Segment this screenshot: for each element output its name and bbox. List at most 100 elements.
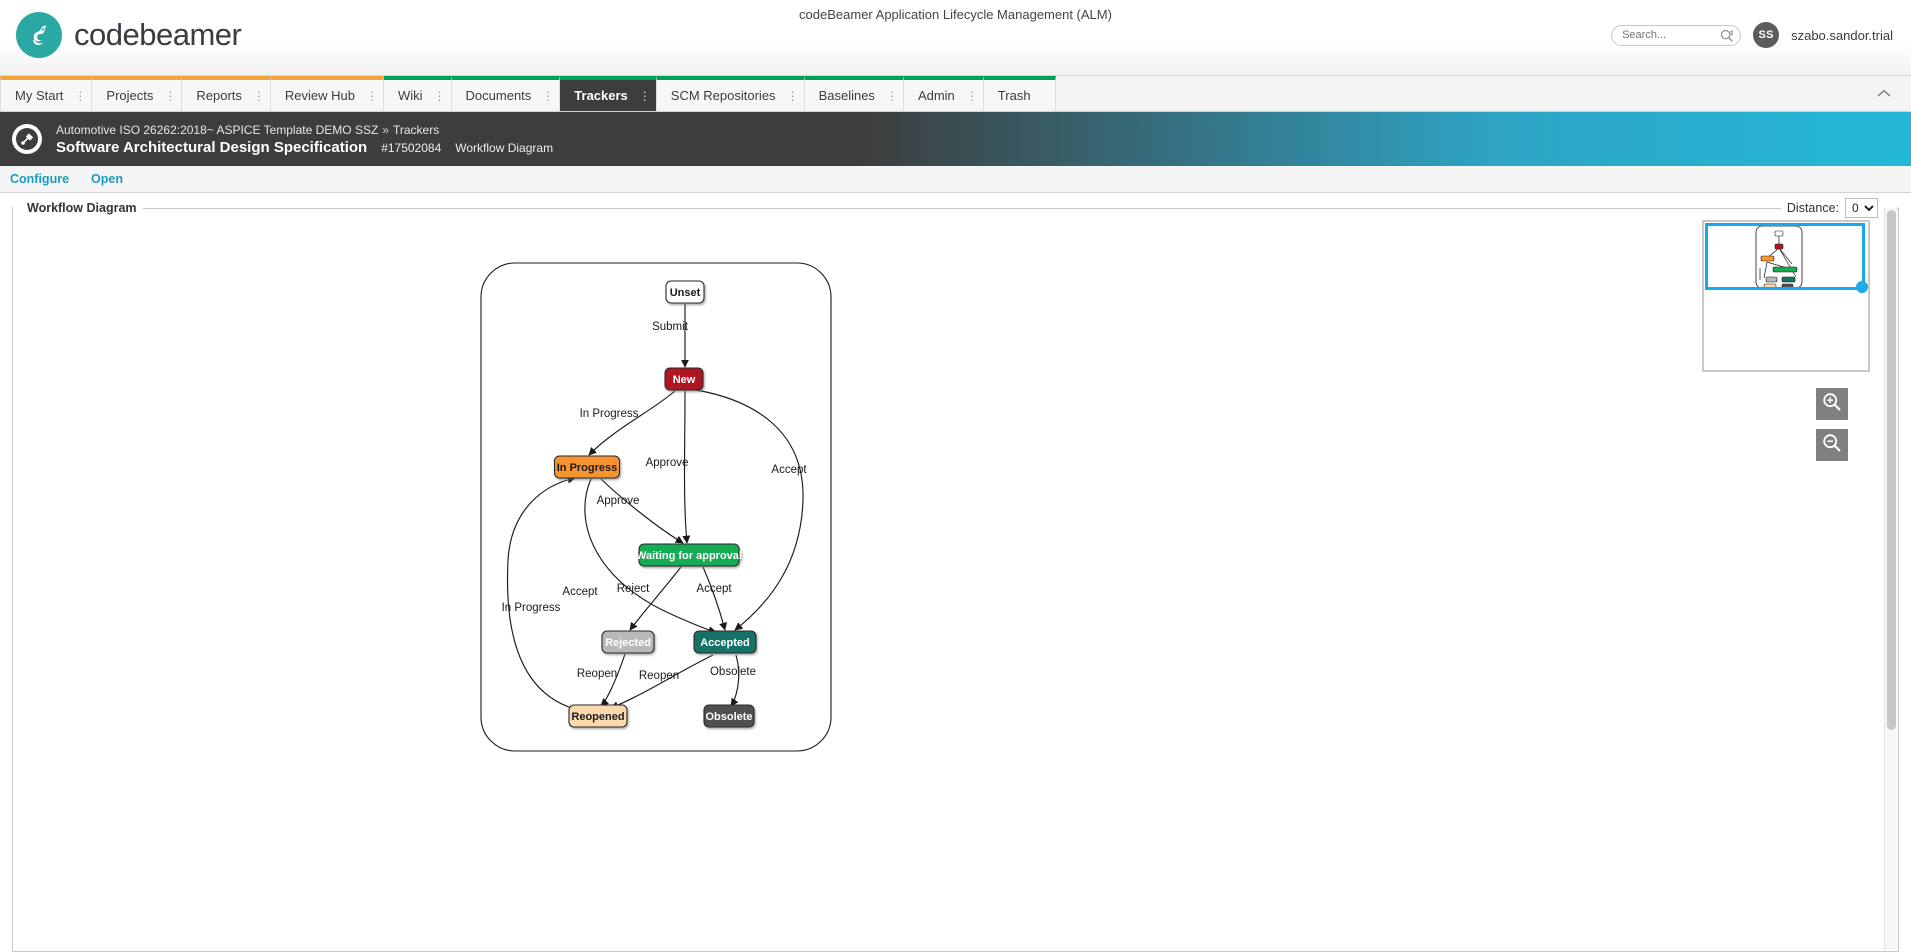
edge-waiting-to-rejected[interactable] [629, 566, 682, 631]
tab-menu-icon[interactable]: ⋮ [638, 90, 656, 102]
zoom-in-icon [1822, 392, 1842, 417]
edge-label: Reopen [639, 670, 679, 682]
tab-label: Baselines [818, 88, 875, 103]
configure-link[interactable]: Configure [10, 172, 69, 186]
page-title: codeBeamer Application Lifecycle Managem… [799, 7, 1112, 22]
edge-label: Accept [771, 464, 807, 476]
brand-name: codebeamer [74, 17, 242, 52]
tab-label: Reports [196, 88, 242, 103]
tab-baselines[interactable]: Baselines ⋮ [804, 76, 904, 111]
chevron-up-icon [1877, 87, 1891, 101]
edge-accepted-to-obsolete[interactable] [730, 654, 740, 707]
workflow-diagram[interactable]: Submit In Progress Approve Accept Approve Acc… [13, 207, 1893, 951]
header-right-tools: SS szabo.sandor.trial [1611, 22, 1893, 48]
tab-menu-icon[interactable]: ⋮ [73, 90, 91, 102]
node-label: New [673, 374, 696, 386]
item-title: Software Architectural Design Specificat… [56, 138, 368, 156]
zoom-in-button[interactable] [1816, 388, 1848, 420]
node-label: Rejected [605, 637, 651, 649]
edge-inprog-to-waiting[interactable] [600, 478, 684, 544]
tab-scm-repositories[interactable]: SCM Repositories ⋮ [656, 76, 805, 111]
tab-trackers[interactable]: Trackers ⋮ [560, 76, 657, 111]
tab-label: Projects [106, 88, 154, 103]
tab-wiki[interactable]: Wiki ⋮ [384, 76, 452, 111]
tracker-icon [12, 124, 42, 154]
tab-trash[interactable]: Trash [983, 76, 1056, 111]
scrollbar-thumb[interactable] [1887, 210, 1896, 730]
node-obsolete[interactable]: Obsolete [703, 704, 755, 728]
search-icon[interactable] [1720, 29, 1734, 48]
action-toolbar: Configure Open [0, 166, 1911, 193]
tab-menu-icon[interactable]: ⋮ [433, 90, 451, 102]
avatar[interactable]: SS [1753, 22, 1780, 48]
edge-label: Accept [696, 583, 732, 595]
tab-documents[interactable]: Documents ⋮ [451, 76, 561, 111]
app-header: codebeamer codeBeamer Application Lifecy… [0, 0, 1911, 76]
breadcrumb-section[interactable]: Trackers [393, 123, 439, 137]
context-header: Automotive ISO 26262:2018~ ASPICE Templa… [0, 112, 1911, 166]
node-label: In Progress [557, 462, 618, 474]
tab-label: Admin [917, 88, 955, 103]
tab-label: Wiki [398, 88, 423, 103]
tab-projects[interactable]: Projects ⋮ [92, 76, 183, 111]
node-label: Obsolete [705, 711, 752, 723]
minimap[interactable] [1702, 220, 1870, 372]
node-inprog[interactable]: In Progress [553, 455, 621, 479]
node-label: Waiting for approval [636, 550, 742, 562]
tab-menu-icon[interactable]: ⋮ [965, 90, 983, 102]
edge-rejected-to-reopened[interactable] [600, 653, 626, 707]
tab-menu-icon[interactable]: ⋮ [541, 90, 559, 102]
edge-label: Reopen [577, 668, 617, 680]
search-box[interactable] [1611, 24, 1742, 48]
vertical-scrollbar[interactable] [1884, 208, 1897, 950]
node-reopened[interactable]: Reopened [568, 704, 628, 728]
tab-reports[interactable]: Reports ⋮ [182, 76, 271, 111]
username-label[interactable]: szabo.sandor.trial [1791, 28, 1893, 43]
tab-admin[interactable]: Admin ⋮ [903, 76, 984, 111]
tab-menu-icon[interactable]: ⋮ [885, 90, 903, 102]
tab-label: Trash [997, 88, 1031, 103]
node-rejected[interactable]: Rejected [601, 630, 655, 654]
open-link[interactable]: Open [91, 172, 123, 186]
node-label: Reopened [571, 711, 624, 723]
edge-label: Accept [562, 586, 598, 598]
edge-label: In Progress [502, 602, 561, 614]
edge-new-to-inprog[interactable] [588, 390, 676, 456]
diagram-canvas[interactable]: Submit In Progress Approve Accept Approve Acc… [13, 207, 1898, 951]
view-name: Workflow Diagram [455, 140, 554, 155]
tab-label: Documents [465, 88, 532, 103]
tab-menu-icon[interactable]: ⋮ [365, 90, 383, 102]
node-label: Accepted [700, 637, 750, 649]
tab-label: Review Hub [284, 88, 355, 103]
tab-menu-icon[interactable]: ⋮ [252, 90, 270, 102]
tab-label: SCM Repositories [670, 88, 776, 103]
search-input[interactable] [1620, 28, 1733, 42]
breadcrumb-project[interactable]: Automotive ISO 26262:2018~ ASPICE Templa… [56, 123, 378, 137]
node-unset[interactable]: Unset [665, 280, 705, 304]
minimap-resize-handle[interactable] [1856, 281, 1868, 293]
tab-menu-icon[interactable]: ⋮ [786, 90, 804, 102]
edge-waiting-to-accepted[interactable] [702, 566, 728, 631]
edge-label: Approve [646, 457, 689, 469]
breadcrumb-separator: » [382, 122, 389, 137]
workflow-fieldset: Workflow Diagram Distance: 0123 [12, 198, 1899, 952]
collapse-nav-button[interactable] [1857, 76, 1911, 111]
edge-label: Submit [652, 321, 689, 333]
node-new[interactable]: New [664, 367, 704, 391]
node-accepted[interactable]: Accepted [693, 630, 757, 654]
tab-my-start[interactable]: My Start ⋮ [0, 76, 93, 111]
zoom-out-icon [1822, 433, 1842, 458]
minimap-viewport-rect[interactable] [1705, 223, 1868, 293]
main-navigation: My Start ⋮ Projects ⋮ Reports ⋮ Review Hub ⋮ Wik… [0, 76, 1911, 112]
node-label: Unset [670, 287, 701, 299]
workflow-panel-wrapper: Workflow Diagram Distance: 0123 [0, 193, 1911, 952]
edge-label: In Progress [580, 408, 639, 420]
tab-label: Trackers [574, 88, 628, 103]
node-waiting[interactable]: Waiting for approval [636, 543, 742, 567]
breadcrumb[interactable]: Automotive ISO 26262:2018~ ASPICE Templa… [56, 123, 553, 137]
tab-menu-icon[interactable]: ⋮ [163, 90, 181, 102]
item-id[interactable]: #17502084 [381, 141, 441, 155]
edge-label: Obsolete [710, 666, 756, 678]
zoom-out-button[interactable] [1816, 429, 1848, 461]
tab-review-hub[interactable]: Review Hub ⋮ [270, 76, 384, 111]
